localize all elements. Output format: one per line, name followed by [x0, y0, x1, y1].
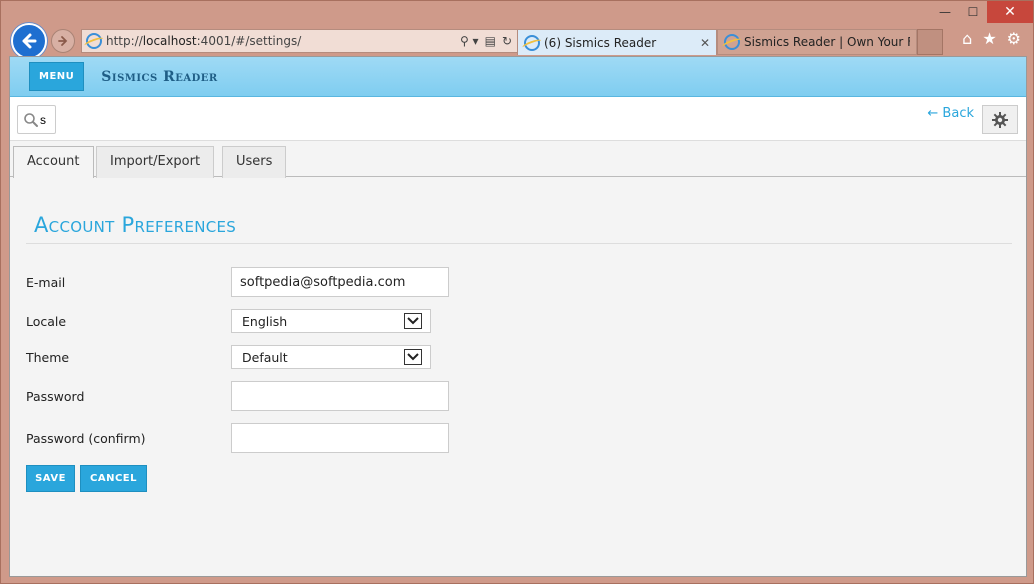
theme-select[interactable]: Default: [231, 345, 431, 369]
tools-gear-icon[interactable]: ⚙: [1007, 29, 1021, 48]
app-header: MENU Sismics Reader: [10, 57, 1026, 97]
arrow-right-icon: [58, 36, 68, 46]
address-url: http://localhost:4001/#/settings/: [106, 34, 302, 48]
password-field[interactable]: [231, 381, 449, 411]
account-preferences-pane: Account Preferences E-mail Locale Englis…: [26, 197, 1012, 492]
address-icons: ⚲ ▾ ▤ ↻: [460, 34, 518, 48]
browser-window: — ☐ ✕ http://localhost:4001/#/settings/ …: [0, 0, 1034, 584]
settings-tabs: Account Import/Export Users: [10, 141, 1026, 178]
home-icon[interactable]: ⌂: [962, 29, 972, 48]
back-link[interactable]: ← Back: [927, 106, 974, 121]
theme-value: Default: [242, 349, 288, 365]
tab-import-export[interactable]: Import/Export: [96, 146, 215, 178]
ie-icon: [86, 33, 102, 49]
password-label: Password: [26, 389, 85, 404]
settings-button[interactable]: [982, 105, 1018, 134]
browser-tab-active[interactable]: (6) Sismics Reader ✕: [517, 29, 717, 55]
browser-tools: ⌂ ★ ⚙: [962, 29, 1021, 48]
maximize-icon[interactable]: ☐: [959, 1, 987, 23]
ie-icon: [724, 34, 740, 50]
email-label: E-mail: [26, 275, 66, 290]
tab-label: (6) Sismics Reader: [544, 35, 657, 50]
gear-icon: [992, 111, 1008, 128]
password-confirm-label: Password (confirm): [26, 431, 146, 446]
favorites-star-icon[interactable]: ★: [982, 29, 996, 48]
tab-label: Sismics Reader | Own Your Fee...: [744, 35, 910, 49]
save-button[interactable]: SAVE: [26, 465, 75, 492]
browser-tab[interactable]: Sismics Reader | Own Your Fee...: [717, 29, 917, 55]
search-icon: [24, 112, 38, 127]
window-controls: — ☐ ✕: [931, 1, 1033, 23]
locale-select[interactable]: English: [231, 309, 431, 333]
address-bar[interactable]: http://localhost:4001/#/settings/ ⚲ ▾ ▤ …: [81, 29, 519, 53]
browser-nav-bar: http://localhost:4001/#/settings/ ⚲ ▾ ▤ …: [9, 21, 1027, 59]
chevron-down-icon: [404, 349, 422, 365]
email-field[interactable]: [231, 267, 449, 297]
tab-close-icon[interactable]: ✕: [700, 36, 710, 50]
brand-title[interactable]: Sismics Reader: [101, 69, 217, 85]
search-dropdown-icon[interactable]: ⚲ ▾: [460, 34, 479, 48]
page-title: Account Preferences: [26, 197, 1012, 244]
arrow-left-icon: [22, 33, 37, 49]
search-input[interactable]: [40, 112, 48, 127]
cancel-button[interactable]: CANCEL: [80, 465, 147, 492]
menu-button[interactable]: MENU: [29, 62, 85, 91]
refresh-icon[interactable]: ↻: [502, 34, 512, 48]
browser-forward-button[interactable]: [51, 29, 75, 53]
locale-value: English: [242, 313, 288, 329]
ie-icon: [524, 34, 540, 51]
search-box[interactable]: [17, 105, 56, 134]
new-tab-button[interactable]: [917, 29, 943, 55]
theme-label: Theme: [26, 350, 70, 365]
chevron-down-icon: [404, 313, 422, 329]
page-viewport: MENU Sismics Reader ← Back: [9, 56, 1027, 577]
tab-account[interactable]: Account: [13, 146, 94, 178]
locale-label: Locale: [26, 314, 67, 329]
browser-back-button[interactable]: [11, 23, 47, 59]
toolbar: ← Back: [10, 97, 1026, 141]
compatibility-icon[interactable]: ▤: [485, 34, 496, 48]
tab-users[interactable]: Users: [222, 146, 287, 178]
minimize-icon[interactable]: —: [931, 1, 959, 23]
password-confirm-field[interactable]: [231, 423, 449, 453]
close-icon[interactable]: ✕: [987, 1, 1033, 23]
